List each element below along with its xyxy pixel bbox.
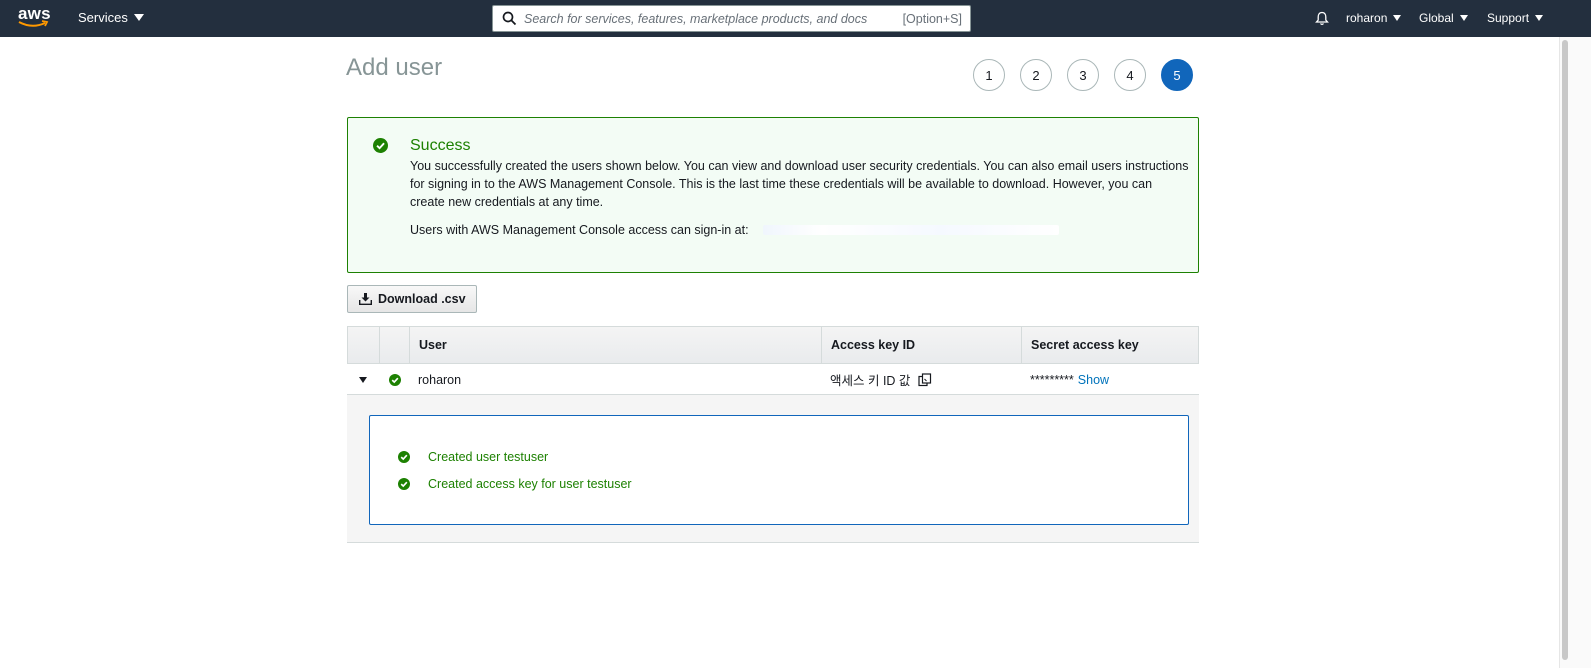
chevron-down-icon xyxy=(1535,15,1544,21)
chevron-down-icon xyxy=(133,14,144,21)
account-menu[interactable]: roharon xyxy=(1346,11,1402,25)
log-item: Created user testuser xyxy=(398,450,548,464)
check-circle-icon xyxy=(389,373,401,386)
access-key-value[interactable]: 액세스 키 ID 값 xyxy=(830,370,910,389)
success-message: You successfully created the users shown… xyxy=(410,159,1189,209)
search-input[interactable] xyxy=(524,9,894,29)
page-title: Add user xyxy=(346,54,443,81)
step-4[interactable]: 4 xyxy=(1114,59,1146,91)
table-row[interactable]: roharon 액세스 키 ID 값 ********* Show xyxy=(347,364,1199,395)
secret-masked-value: ********* xyxy=(1030,372,1074,387)
cell-user: roharon xyxy=(418,372,462,387)
step-1[interactable]: 1 xyxy=(973,59,1005,91)
header-access-key-id[interactable]: Access key ID xyxy=(822,327,1022,363)
region-menu[interactable]: Global xyxy=(1419,11,1468,25)
cell-secret-access-key: ********* Show xyxy=(1030,364,1109,395)
header-status-col xyxy=(380,327,410,363)
success-alert: Success You successfully created the use… xyxy=(347,117,1199,273)
cell-access-key-id: 액세스 키 ID 값 xyxy=(830,364,932,395)
header-secret-access-key[interactable]: Secret access key xyxy=(1022,327,1198,363)
log-text: Created access key for user testuser xyxy=(428,477,632,491)
services-label: Services xyxy=(78,10,128,25)
services-menu[interactable]: Services xyxy=(78,10,144,25)
chevron-down-icon xyxy=(1393,15,1402,21)
search-shortcut-hint: [Option+S] xyxy=(902,12,962,26)
search-icon xyxy=(502,11,517,26)
signin-label: Users with AWS Management Console access… xyxy=(410,223,749,237)
top-nav: aws Services [Option+S] roharon Global S… xyxy=(0,0,1591,37)
aws-logo[interactable]: aws xyxy=(18,4,51,32)
signin-info: Users with AWS Management Console access… xyxy=(410,223,1059,237)
row-details: Created user testuser Created access key… xyxy=(347,395,1199,543)
copy-icon[interactable] xyxy=(918,372,932,387)
download-label: Download .csv xyxy=(378,292,466,306)
check-circle-icon xyxy=(398,478,410,490)
table-header: User Access key ID Secret access key xyxy=(347,326,1199,364)
signin-url-redacted[interactable] xyxy=(762,225,1059,235)
step-5[interactable]: 5 xyxy=(1161,59,1193,91)
bell-icon[interactable] xyxy=(1315,11,1329,26)
expand-toggle[interactable] xyxy=(359,364,367,395)
scrollbar-thumb[interactable] xyxy=(1562,40,1568,660)
caret-down-icon xyxy=(359,376,367,383)
check-circle-icon xyxy=(398,451,410,463)
header-expand-col xyxy=(348,327,380,363)
account-label: roharon xyxy=(1346,11,1388,25)
log-item: Created access key for user testuser xyxy=(398,477,632,491)
step-3[interactable]: 3 xyxy=(1067,59,1099,91)
support-label: Support xyxy=(1487,11,1530,25)
creation-log: Created user testuser Created access key… xyxy=(369,415,1189,525)
download-csv-button[interactable]: Download .csv xyxy=(347,285,477,313)
chevron-down-icon xyxy=(1459,15,1468,21)
wizard-steps: 1 2 3 4 5 xyxy=(973,59,1193,91)
step-2[interactable]: 2 xyxy=(1020,59,1052,91)
search-bar[interactable]: [Option+S] xyxy=(492,5,971,32)
users-table: User Access key ID Secret access key roh… xyxy=(347,326,1199,543)
success-title: Success xyxy=(410,137,471,154)
smile-arrow-icon xyxy=(18,20,49,27)
show-secret-link[interactable]: Show xyxy=(1078,373,1109,387)
download-icon xyxy=(359,293,372,305)
row-status xyxy=(389,364,401,395)
log-text: Created user testuser xyxy=(428,450,549,464)
header-user[interactable]: User xyxy=(410,327,822,363)
support-menu[interactable]: Support xyxy=(1487,11,1544,25)
check-circle-icon xyxy=(373,138,388,153)
region-label: Global xyxy=(1419,11,1454,25)
